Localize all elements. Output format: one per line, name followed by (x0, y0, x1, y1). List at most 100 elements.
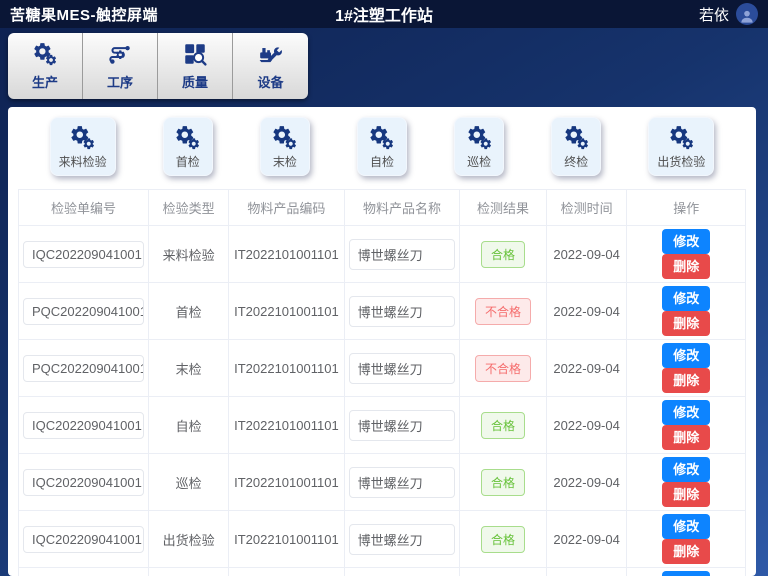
user-avatar-icon[interactable] (736, 3, 758, 25)
material-name: 博世螺丝刀 (349, 296, 456, 327)
inspection-order-no: IQC202209041001 (23, 526, 144, 553)
main-tab[interactable]: 质量 (158, 33, 233, 99)
subnav-button[interactable]: 来料检验 (50, 117, 116, 176)
content-panel: 来料检验 首检 末检 (8, 107, 756, 576)
material-name: 博世螺丝刀 (349, 524, 456, 555)
subnav-button[interactable]: 出货检验 (648, 117, 714, 176)
double-gear-icon (174, 124, 201, 151)
inspection-date: 2022-09-04 (546, 226, 627, 283)
inspection-date: 2022-09-04 (546, 511, 627, 568)
inspection-date: 2022-09-04 (546, 340, 627, 397)
main-tab[interactable]: 生产 (8, 33, 83, 99)
table-row: IQC202209041001 自检 IT2022101001101 博世螺丝刀… (19, 397, 746, 454)
edit-button[interactable]: 修改 (662, 343, 710, 368)
result-badge: 合格 (481, 469, 525, 496)
table-row: IQC202209041001 出货检验 IT2022101001101 博世螺… (19, 568, 746, 576)
inspection-order-no: IQC202209041001 (23, 469, 144, 496)
col-header-type: 检验类型 (149, 190, 229, 226)
col-header-order-no: 检验单编号 (19, 190, 149, 226)
subnav-label: 末检 (273, 153, 297, 170)
col-header-actions: 操作 (627, 190, 746, 226)
delete-button[interactable]: 删除 (662, 254, 710, 279)
inspection-subnav: 来料检验 首检 末检 (8, 107, 756, 184)
material-name: 博世螺丝刀 (349, 239, 456, 270)
edit-button[interactable]: 修改 (662, 286, 710, 311)
subnav-label: 自检 (370, 153, 394, 170)
result-badge: 合格 (481, 412, 525, 439)
material-code: IT2022101001101 (229, 454, 345, 511)
edit-button[interactable]: 修改 (662, 229, 710, 254)
material-code: IT2022101001101 (229, 511, 345, 568)
inspection-type: 出货检验 (149, 511, 229, 568)
table-row: PQC202209041001 末检 IT2022101001101 博世螺丝刀… (19, 340, 746, 397)
material-name: 博世螺丝刀 (349, 410, 456, 441)
delete-button[interactable]: 删除 (662, 482, 710, 507)
double-gear-icon (563, 124, 590, 151)
app-title: 苦糖果MES-触控屏端 (10, 4, 158, 25)
double-gear-icon (368, 124, 395, 151)
tab-label: 质量 (182, 72, 208, 91)
inspection-table: 检验单编号 检验类型 物料产品编码 物料产品名称 检测结果 检测时间 操作 IQ… (18, 189, 746, 576)
subnav-button[interactable]: 巡检 (454, 117, 504, 176)
edit-button[interactable]: 修改 (662, 571, 710, 576)
inspection-order-no: PQC202209041001 (23, 355, 144, 382)
subnav-button[interactable]: 自检 (357, 117, 407, 176)
inspection-type: 巡检 (149, 454, 229, 511)
subnav-button[interactable]: 末检 (260, 117, 310, 176)
result-badge: 合格 (481, 241, 525, 268)
main-tab[interactable]: 设备 (233, 33, 308, 99)
table-header-row: 检验单编号 检验类型 物料产品编码 物料产品名称 检测结果 检测时间 操作 (19, 190, 746, 226)
inspection-order-no: PQC202209041001 (23, 298, 144, 325)
double-gear-icon (466, 124, 493, 151)
subnav-label: 首检 (176, 153, 200, 170)
main-tab[interactable]: 工序 (83, 33, 158, 99)
inspection-type: 自检 (149, 397, 229, 454)
inspection-date: 2022-09-04 (546, 568, 627, 576)
inspection-date: 2022-09-04 (546, 454, 627, 511)
edit-button[interactable]: 修改 (662, 514, 710, 539)
col-header-material-code: 物料产品编码 (229, 190, 345, 226)
subnav-label: 出货检验 (657, 153, 705, 170)
workstation-title: 1#注塑工作站 (335, 2, 433, 26)
material-code: IT2022101001101 (229, 568, 345, 576)
equipment-wrench-icon (258, 41, 284, 67)
subnav-label: 来料检验 (59, 153, 107, 170)
delete-button[interactable]: 删除 (662, 368, 710, 393)
subnav-button[interactable]: 终检 (551, 117, 601, 176)
quality-search-icon (182, 41, 208, 67)
inspection-order-no: IQC202209041001 (23, 241, 144, 268)
subnav-button[interactable]: 首检 (163, 117, 213, 176)
subnav-label: 终检 (564, 153, 588, 170)
inspection-type: 末检 (149, 340, 229, 397)
col-header-result: 检测结果 (460, 190, 547, 226)
material-name: 博世螺丝刀 (349, 467, 456, 498)
delete-button[interactable]: 删除 (662, 311, 710, 336)
process-route-icon (107, 41, 133, 67)
tab-label: 设备 (257, 72, 283, 91)
double-gear-icon (32, 41, 58, 67)
inspection-type: 出货检验 (149, 568, 229, 576)
double-gear-icon (668, 124, 695, 151)
tab-label: 工序 (107, 72, 133, 91)
inspection-date: 2022-09-04 (546, 397, 627, 454)
edit-button[interactable]: 修改 (662, 400, 710, 425)
edit-button[interactable]: 修改 (662, 457, 710, 482)
delete-button[interactable]: 删除 (662, 425, 710, 450)
table-row: IQC202209041001 来料检验 IT2022101001101 博世螺… (19, 226, 746, 283)
inspection-date: 2022-09-04 (546, 283, 627, 340)
topbar: 苦糖果MES-触控屏端 1#注塑工作站 若依 (0, 0, 768, 28)
inspection-table-wrap: 检验单编号 检验类型 物料产品编码 物料产品名称 检测结果 检测时间 操作 IQ… (18, 189, 746, 576)
material-code: IT2022101001101 (229, 283, 345, 340)
material-code: IT2022101001101 (229, 397, 345, 454)
table-row: IQC202209041001 巡检 IT2022101001101 博世螺丝刀… (19, 454, 746, 511)
inspection-type: 首检 (149, 283, 229, 340)
inspection-order-no: IQC202209041001 (23, 412, 144, 439)
material-code: IT2022101001101 (229, 340, 345, 397)
inspection-type: 来料检验 (149, 226, 229, 283)
result-badge: 不合格 (475, 298, 531, 325)
table-row: PQC202209041001 首检 IT2022101001101 博世螺丝刀… (19, 283, 746, 340)
main-tabbar: 生产 工序 质量 (8, 33, 308, 99)
double-gear-icon (69, 124, 96, 151)
delete-button[interactable]: 删除 (662, 539, 710, 564)
tab-label: 生产 (32, 72, 58, 91)
